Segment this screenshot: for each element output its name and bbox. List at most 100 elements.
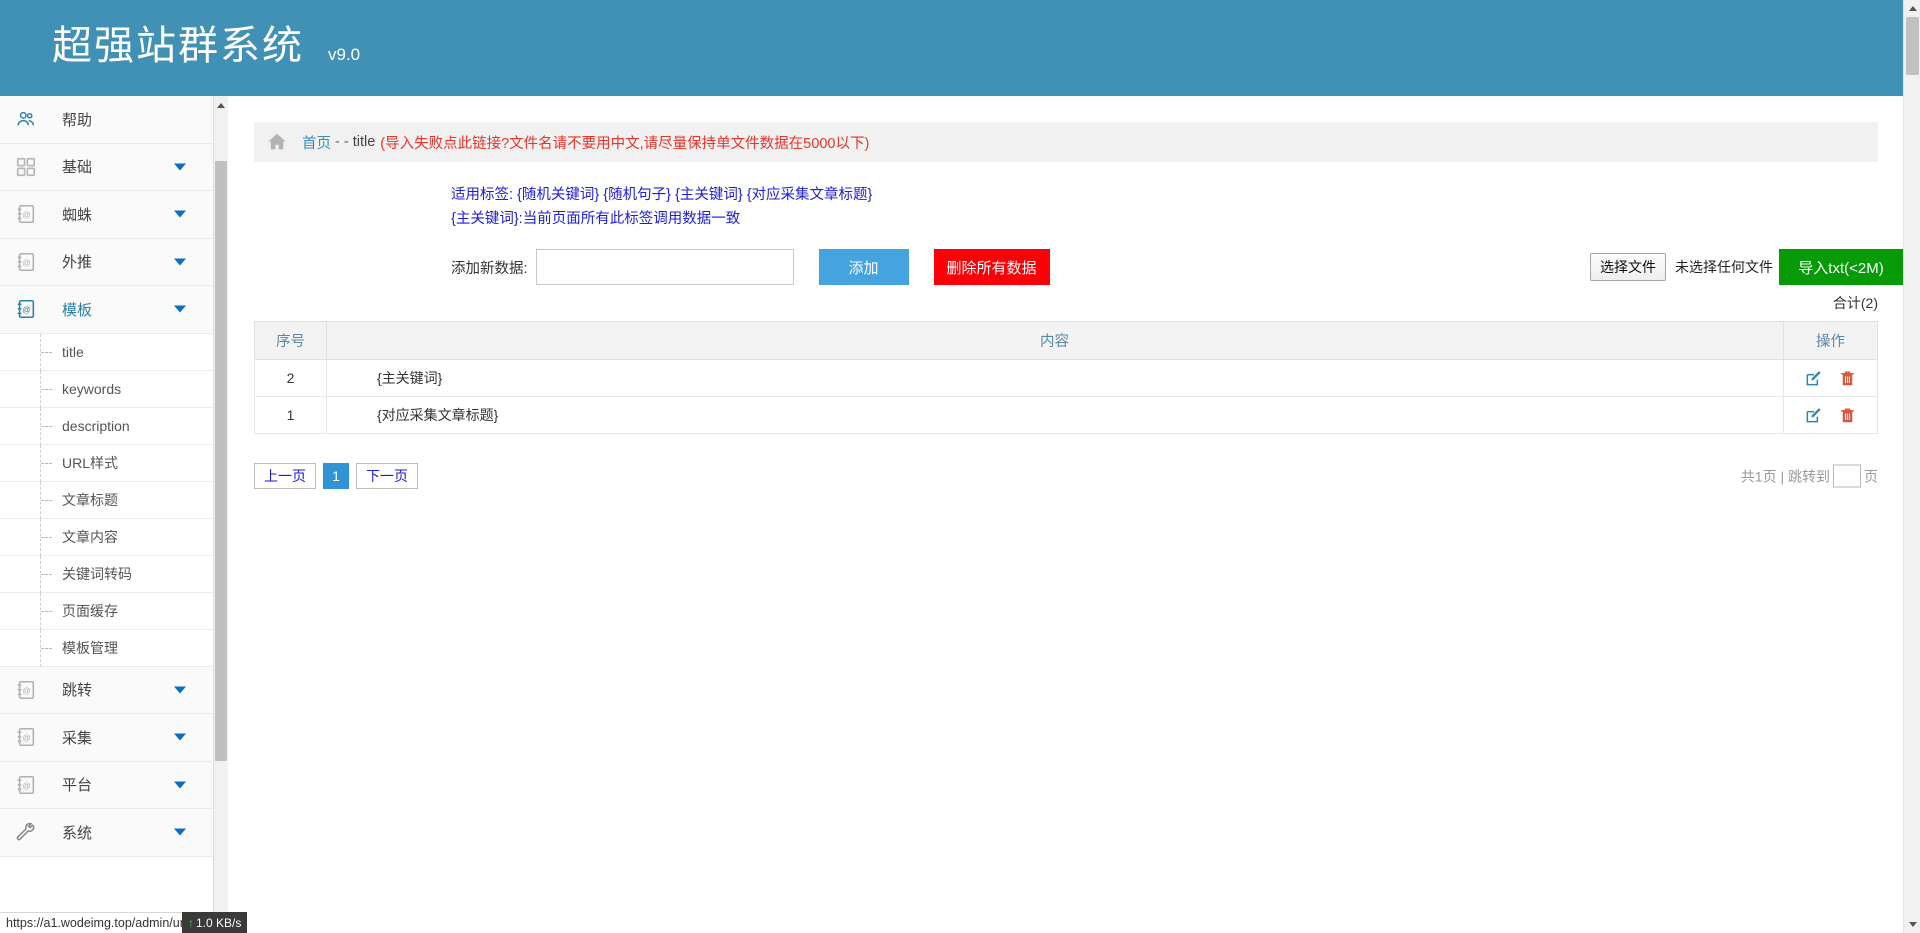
- scroll-up-arrow-icon[interactable]: [1904, 0, 1920, 17]
- sidebar-subitem-description[interactable]: description: [0, 407, 213, 445]
- file-upload-group: 选择文件 未选择任何文件: [1590, 253, 1773, 281]
- sidebar-item-promote[interactable]: @ 外推: [0, 238, 213, 286]
- sidebar-item-label: 平台: [62, 777, 93, 795]
- app-header: 超强站群系统 v9.0: [0, 0, 1920, 96]
- sidebar-subitem-label: 页面缓存: [62, 602, 118, 619]
- contact-book-icon: @: [12, 771, 40, 799]
- trash-icon[interactable]: [1838, 369, 1857, 388]
- sidebar-subitem-label: 模板管理: [62, 639, 118, 656]
- sidebar-subitem-label: title: [62, 343, 84, 360]
- sidebar-subitem-keywords[interactable]: keywords: [0, 370, 213, 408]
- choose-file-button[interactable]: 选择文件: [1590, 253, 1666, 281]
- pagination-info: 共1页 | 跳转到 页: [1740, 464, 1878, 488]
- jump-page-input[interactable]: [1833, 464, 1861, 488]
- contact-book-icon: @: [12, 723, 40, 751]
- add-button[interactable]: 添加: [818, 249, 909, 285]
- sidebar-subitem-article-title[interactable]: 文章标题: [0, 481, 213, 519]
- sidebar-subitem-template-manage[interactable]: 模板管理: [0, 629, 213, 667]
- sidebar-subitem-label: keywords: [62, 380, 122, 397]
- sidebar-subitem-article-content[interactable]: 文章内容: [0, 518, 213, 556]
- sidebar-item-label: 模板: [62, 301, 93, 319]
- breadcrumb-warning-link[interactable]: (导入失败点此链接?文件名请不要用中文,请尽量保持单文件数据在5000以下): [380, 132, 869, 153]
- tree-dash: [41, 462, 52, 464]
- chevron-down-icon: [174, 163, 186, 171]
- page-scroll-thumb[interactable]: [1906, 17, 1919, 75]
- sidebar-item-platform[interactable]: @ 平台: [0, 761, 213, 809]
- tree-dash: [41, 573, 52, 575]
- sidebar-item-spider[interactable]: @ 蜘蛛: [0, 191, 213, 239]
- users-icon: [12, 105, 40, 133]
- add-data-label: 添加新数据:: [451, 260, 528, 277]
- sidebar-item-basic[interactable]: 基础: [0, 143, 213, 191]
- file-status-text: 未选择任何文件: [1675, 259, 1773, 275]
- home-icon: [266, 131, 288, 153]
- page-scrollbar[interactable]: [1903, 0, 1920, 933]
- breadcrumb-home-link[interactable]: 首页: [302, 132, 331, 153]
- sidebar-subitem-label: description: [62, 417, 130, 434]
- sidebar-subitem-label: URL样式: [62, 454, 119, 471]
- delete-all-button[interactable]: 删除所有数据: [933, 249, 1050, 285]
- sidebar-item-template[interactable]: @ 模板: [0, 286, 213, 334]
- next-page-button[interactable]: 下一页: [356, 463, 418, 489]
- table-header-row: 序号 内容 操作: [254, 321, 1878, 360]
- page-suffix-label: 页: [1864, 468, 1878, 484]
- sidebar-subitem-page-cache[interactable]: 页面缓存: [0, 592, 213, 630]
- contact-book-icon: @: [12, 248, 40, 276]
- row-index: 1: [254, 396, 327, 434]
- column-header-content: 内容: [326, 321, 1784, 360]
- sidebar-scroll-thumb[interactable]: [215, 161, 227, 761]
- edit-icon[interactable]: [1804, 405, 1824, 425]
- sidebar-subitem-keyword-encode[interactable]: 关键词转码: [0, 555, 213, 593]
- table-head: 序号 内容 操作: [254, 321, 1878, 360]
- sidebar-subitem-url-style[interactable]: URL样式: [0, 444, 213, 482]
- scroll-down-arrow-icon[interactable]: [1904, 916, 1920, 933]
- prev-page-button[interactable]: 上一页: [254, 463, 316, 489]
- main-keyword-note: {主关键词}:当前页面所有此标签调用数据一致: [451, 211, 741, 227]
- row-actions: [1783, 396, 1878, 434]
- sidebar-item-label: 系统: [62, 824, 93, 842]
- sidebar: 帮助 基础 @ 蜘蛛 @ 外推 @ 模板 title keywords desc…: [0, 96, 214, 933]
- sidebar-item-help[interactable]: 帮助: [0, 96, 213, 144]
- add-data-input[interactable]: [535, 249, 794, 285]
- sidebar-item-label: 跳转: [62, 682, 93, 700]
- row-content: {对应采集文章标题}: [326, 396, 1784, 434]
- tree-dash: [41, 536, 52, 538]
- sidebar-item-label: 帮助: [62, 111, 93, 129]
- sidebar-scrollbar[interactable]: [214, 96, 228, 933]
- sidebar-inner: 帮助 基础 @ 蜘蛛 @ 外推 @ 模板 title keywords desc…: [0, 96, 213, 857]
- svg-text:@: @: [22, 306, 30, 315]
- chevron-down-icon: [174, 733, 186, 741]
- sidebar-item-collect[interactable]: @ 采集: [0, 714, 213, 762]
- table-body: 2 {主关键词} 1 {对应采集文章标题}: [254, 359, 1878, 434]
- tree-dash: [41, 351, 52, 353]
- svg-text:@: @: [22, 258, 30, 267]
- upload-arrow-icon: ↑: [188, 915, 194, 930]
- sidebar-item-redirect[interactable]: @ 跳转: [0, 666, 213, 714]
- brand-version: v9.0: [328, 45, 361, 64]
- sidebar-item-system[interactable]: 系统: [0, 809, 213, 857]
- sidebar-item-label: 基础: [62, 159, 93, 177]
- app-root: 超强站群系统 v9.0 帮助 基础 @ 蜘蛛 @ 外推 @ 模板 title k…: [0, 0, 1920, 933]
- edit-icon[interactable]: [1804, 368, 1824, 388]
- sidebar-item-label: 外推: [62, 254, 93, 272]
- trash-icon[interactable]: [1838, 406, 1857, 425]
- breadcrumb: 首页 - - title (导入失败点此链接?文件名请不要用中文,请尽量保持单文…: [254, 122, 1878, 162]
- chevron-down-icon: [174, 828, 186, 836]
- contact-book-icon: @: [12, 200, 40, 228]
- chevron-down-icon: [174, 305, 186, 313]
- import-txt-button[interactable]: 导入txt(<2M): [1779, 249, 1903, 285]
- grid-icon: [12, 153, 40, 181]
- column-header-index: 序号: [254, 321, 327, 360]
- chevron-down-icon: [174, 781, 186, 789]
- page-number-1[interactable]: 1: [323, 463, 349, 489]
- total-pages-text: 共1页 | 跳转到: [1740, 468, 1830, 484]
- tree-dash: [41, 499, 52, 501]
- sidebar-subitem-title[interactable]: title: [0, 333, 213, 371]
- sidebar-scroll-up-arrow-icon[interactable]: [214, 98, 228, 112]
- svg-text:@: @: [22, 734, 30, 743]
- column-header-action: 操作: [1783, 321, 1878, 360]
- network-speed-indicator: ↑ 1.0 KB/s: [182, 912, 248, 933]
- brand-title: 超强站群系统: [52, 24, 304, 68]
- chevron-down-icon: [174, 258, 186, 266]
- contact-book-icon: @: [12, 295, 40, 323]
